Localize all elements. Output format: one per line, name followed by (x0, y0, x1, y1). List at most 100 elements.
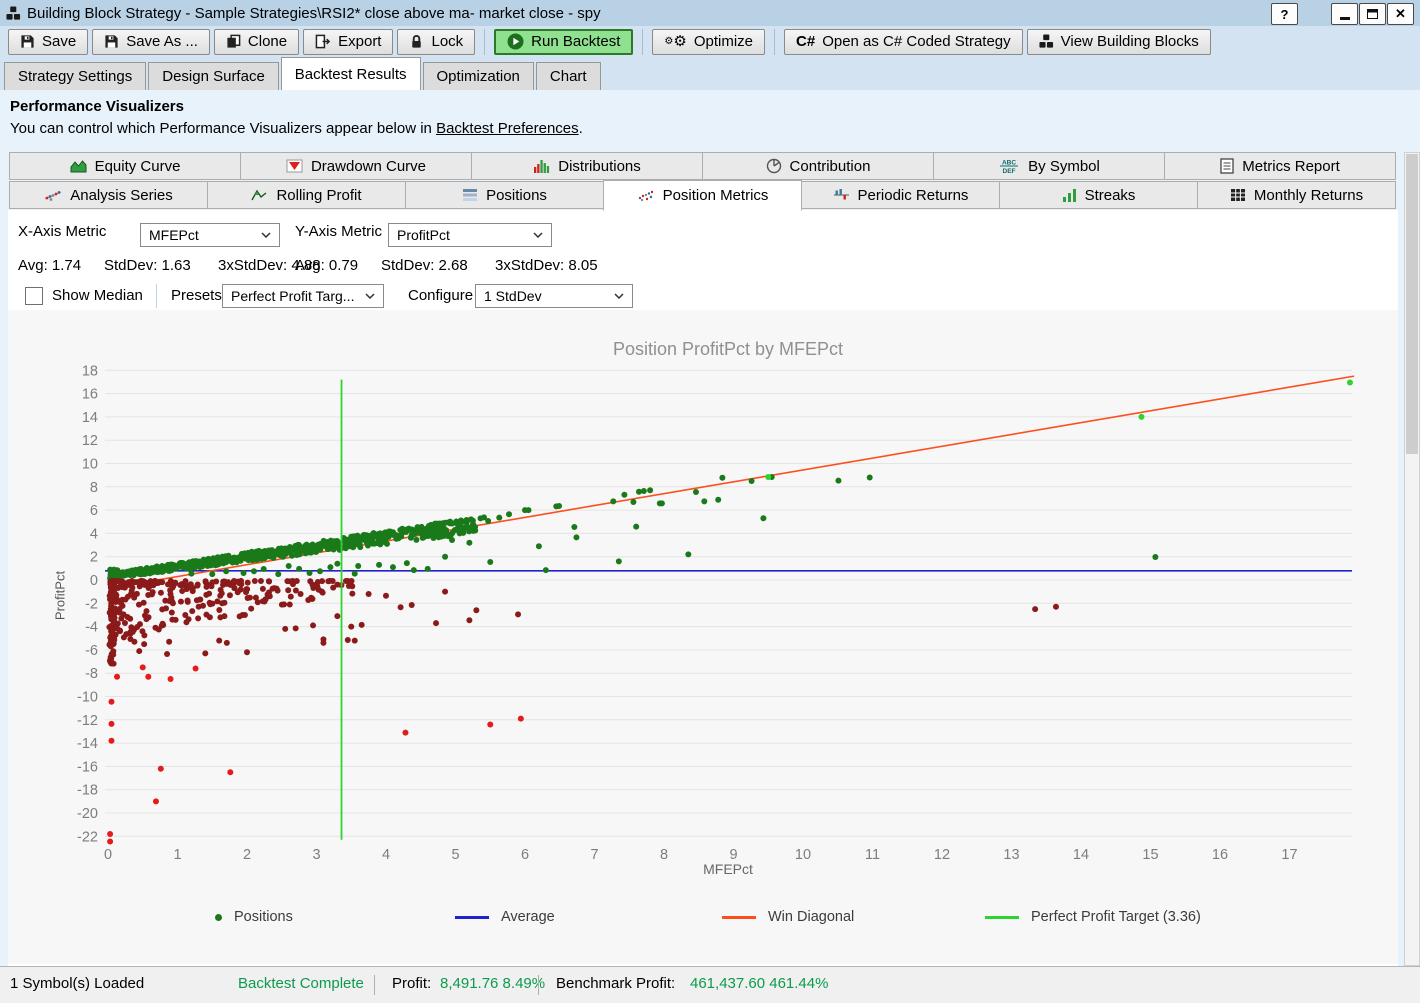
backtest-status: Backtest Complete (238, 975, 364, 992)
close-button[interactable]: ✕ (1387, 3, 1414, 25)
profit-label: Profit: (392, 975, 431, 992)
axis-stats: Avg: 1.74 StdDev: 1.63 3xStdDev: 4.88 Av… (8, 257, 1398, 275)
legend-item-average: Average (455, 904, 555, 930)
export-arrow-icon (315, 34, 331, 49)
viz-tab-contribution[interactable]: Contribution (702, 152, 934, 180)
drawdown-curve-icon (286, 159, 303, 173)
y-axis-metric-select[interactable]: ProfitPct (388, 223, 552, 247)
help-button[interactable]: ? (1271, 3, 1298, 25)
svg-text:-12: -12 (77, 713, 98, 729)
configure-select[interactable]: 1 StdDev (475, 284, 633, 308)
view-building-blocks-button[interactable]: View Building Blocks (1027, 29, 1211, 55)
viz-tab-rolling-profit[interactable]: Rolling Profit (207, 181, 406, 209)
benchmark-profit-label: Benchmark Profit: (556, 975, 675, 992)
scatter-dots-icon (44, 188, 62, 202)
viz-tab-equity-curve[interactable]: Equity Curve (9, 152, 241, 180)
viz-tab-by-symbol[interactable]: ABCDEF By Symbol (933, 152, 1165, 180)
tab-chart[interactable]: Chart (536, 62, 601, 90)
svg-text:6: 6 (90, 503, 98, 519)
symbols-loaded-status: 1 Symbol(s) Loaded (10, 975, 144, 992)
maximize-button[interactable] (1359, 3, 1386, 25)
benchmark-profit-value: 461,437.60 461.44% (690, 975, 828, 992)
table-rows-icon (462, 188, 478, 202)
equity-curve-icon (70, 159, 87, 173)
optimize-button[interactable]: ⚙⚙ Optimize (652, 29, 765, 55)
copy-pages-icon (226, 34, 241, 49)
svg-text:-4: -4 (85, 620, 98, 636)
peak-line-icon (251, 188, 268, 202)
close-icon: ✕ (1395, 6, 1406, 22)
tab-strategy-settings[interactable]: Strategy Settings (4, 62, 146, 90)
floppy-icon (104, 34, 119, 49)
csharp-icon: C# (796, 33, 815, 50)
viz-tab-positions[interactable]: Positions (405, 181, 604, 209)
svg-text:12: 12 (82, 433, 98, 449)
scrollbar-thumb[interactable] (1406, 154, 1418, 454)
section-heading: Performance Visualizers (10, 98, 583, 115)
legend-item-positions: Positions (215, 904, 293, 930)
viz-tab-periodic-returns[interactable]: Periodic Returns (801, 181, 1000, 209)
chevron-down-icon (365, 293, 375, 299)
minimize-button[interactable] (1331, 3, 1358, 25)
ascending-bars-icon (1062, 188, 1077, 202)
show-median-checkbox[interactable] (25, 287, 43, 305)
tab-optimization[interactable]: Optimization (423, 62, 534, 90)
padlock-icon (409, 34, 424, 49)
maximize-icon (1367, 9, 1378, 19)
y-3stddev-stat: 3xStdDev: 8.05 (495, 257, 598, 274)
backtest-preferences-link[interactable]: Backtest Preferences (436, 120, 579, 137)
preset-controls: Show Median Presets Perfect Profit Targ.… (8, 284, 1398, 308)
building-blocks-icon (6, 6, 21, 21)
lock-button[interactable]: Lock (397, 29, 475, 55)
tab-design-surface[interactable]: Design Surface (148, 62, 279, 90)
legend-item-win-diagonal: Win Diagonal (722, 904, 854, 930)
chart-legend: Positions Average Win Diagonal Perfect P… (0, 904, 1420, 930)
chevron-down-icon (261, 232, 271, 238)
svg-text:-20: -20 (77, 806, 98, 822)
building-blocks-icon (1039, 34, 1054, 49)
x-axis-title: MFEPct (36, 861, 1420, 877)
y-axis-title: ProfitPct (53, 566, 68, 626)
toolbar-separator (642, 29, 643, 55)
visualizer-tab-row-1: Equity Curve Drawdown Curve Distribution… (10, 152, 1396, 180)
viz-tab-drawdown-curve[interactable]: Drawdown Curve (240, 152, 472, 180)
vertical-scrollbar[interactable] (1404, 152, 1420, 966)
svg-text:0: 0 (90, 573, 98, 589)
svg-text:14: 14 (82, 410, 98, 426)
svg-text:-6: -6 (85, 643, 98, 659)
presets-label: Presets (171, 287, 222, 304)
clone-button[interactable]: Clone (214, 29, 299, 55)
viz-tab-analysis-series[interactable]: Analysis Series (9, 181, 208, 209)
save-button[interactable]: Save (8, 29, 88, 55)
toolbar-separator (484, 29, 485, 55)
window-title: Building Block Strategy - Sample Strateg… (27, 5, 601, 22)
run-backtest-button[interactable]: Run Backtest (494, 29, 633, 55)
show-median-label: Show Median (52, 287, 143, 304)
viz-tab-streaks[interactable]: Streaks (999, 181, 1198, 209)
positions-points (106, 380, 1353, 845)
svg-text:-22: -22 (77, 829, 98, 845)
floppy-icon (20, 34, 35, 49)
svg-text:16: 16 (82, 387, 98, 403)
viz-tab-distributions[interactable]: Distributions (471, 152, 703, 180)
performance-visualizers-header: Performance Visualizers You can control … (10, 98, 583, 137)
viz-tab-monthly-returns[interactable]: Monthly Returns (1197, 181, 1396, 209)
svg-text:-10: -10 (77, 690, 98, 706)
section-subtitle: You can control which Performance Visual… (10, 120, 583, 137)
save-as-button[interactable]: Save As ... (92, 29, 210, 55)
open-csharp-button[interactable]: C# Open as C# Coded Strategy (784, 29, 1023, 55)
presets-select[interactable]: Perfect Profit Targ... (222, 284, 384, 308)
x-axis-metric-label: X-Axis Metric (18, 223, 106, 240)
viz-tab-metrics-report[interactable]: Metrics Report (1164, 152, 1396, 180)
x-axis-metric-select[interactable]: MFEPct (140, 223, 280, 247)
export-button[interactable]: Export (303, 29, 393, 55)
status-separator (538, 975, 539, 995)
svg-text:18: 18 (82, 363, 98, 379)
toolbar: Save Save As ... Clone Export Lock Run B… (0, 26, 1420, 57)
svg-text:8: 8 (90, 480, 98, 496)
title-bar: Building Block Strategy - Sample Strateg… (0, 0, 1420, 26)
viz-tab-position-metrics[interactable]: Position Metrics (603, 180, 802, 211)
svg-text:ABC: ABC (1002, 160, 1016, 167)
tab-backtest-results[interactable]: Backtest Results (281, 57, 421, 90)
tick-labels: 181614121086420-2-4-6-8-10-12-14-16-18-2… (77, 363, 1298, 863)
